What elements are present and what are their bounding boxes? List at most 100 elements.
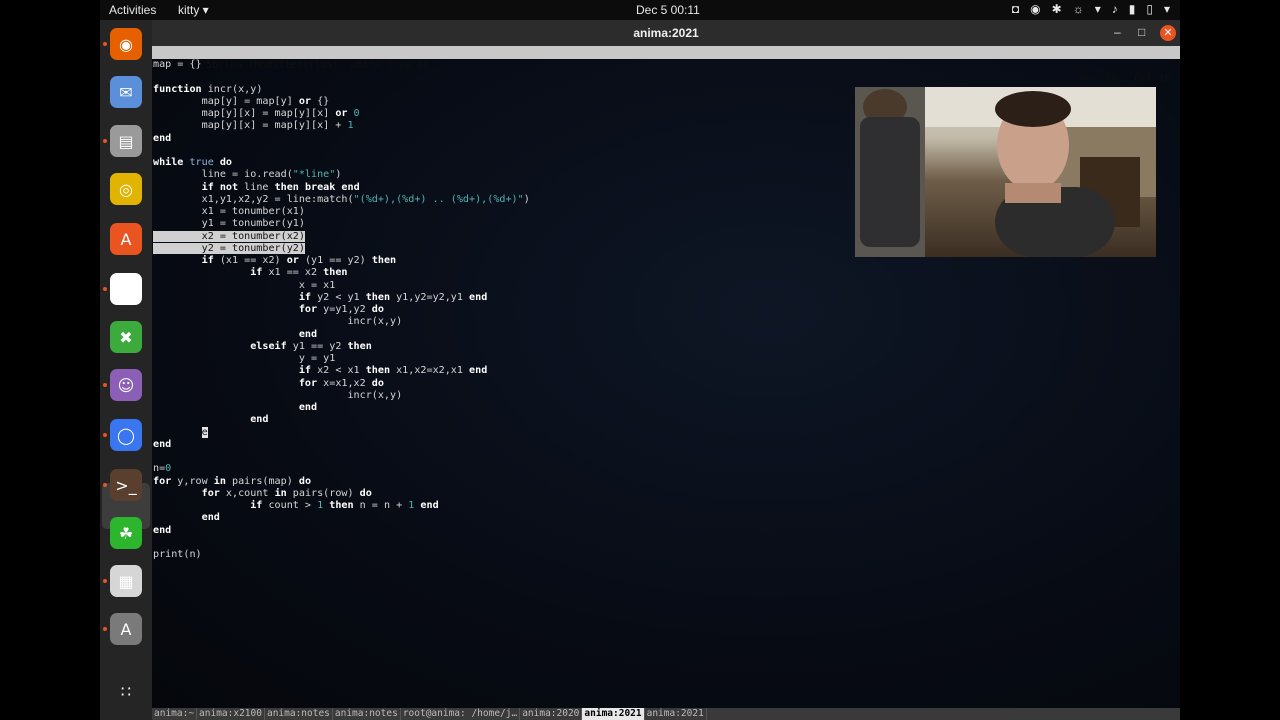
code-line: x1,y1,x2,y2 = line:match("(%d+),(%d+) ..… xyxy=(153,193,530,205)
code-line: elseif y1 == y2 then xyxy=(250,340,372,352)
dock: ◉ ✉ ▤ ◎ A ✦ ✖ ☺ ◯ >_ ☘ ▦ A ∷ xyxy=(100,20,152,720)
system-tray[interactable]: ◘ ◉ ✱ ☼ ▾ ♪ ▮ ▯ ▾ xyxy=(1012,2,1170,16)
terminal-tab[interactable]: anima:x2100 xyxy=(197,708,265,720)
menu-arrow-icon[interactable]: ▾ xyxy=(1164,2,1170,16)
code-line: y = y1 xyxy=(153,353,336,364)
mic-icon[interactable]: ▮ xyxy=(1129,2,1136,16)
code-line: print(n) xyxy=(153,549,202,560)
code-line: end xyxy=(298,402,318,413)
code-line: incr(x,y) xyxy=(153,316,403,328)
terminal-tab[interactable]: root@anima: /home/j… xyxy=(401,708,521,720)
terminal-tab[interactable]: anima:~ xyxy=(152,708,198,720)
signal-icon[interactable]: ◯ xyxy=(110,419,142,451)
code-line: e xyxy=(153,426,530,439)
activities-button[interactable]: Activities xyxy=(109,3,156,17)
update-icon[interactable]: A xyxy=(110,613,142,645)
code-line: if count > 1 then n = n + 1 end xyxy=(250,500,439,511)
software-center-icon[interactable]: A xyxy=(110,223,142,255)
lizard-icon[interactable]: ☘ xyxy=(110,517,142,549)
running-indicator xyxy=(103,42,107,46)
show-apps-icon[interactable]: ∷ xyxy=(110,675,142,707)
code-line: for x=x1,x2 do xyxy=(298,377,384,389)
code-line: map[y][x] = map[y][x] + 1 xyxy=(153,120,354,132)
terminal-tab[interactable]: anima:notes xyxy=(333,708,401,720)
code-line: map = {} xyxy=(153,59,202,70)
code-line: x1 = tonumber(x1) xyxy=(153,206,305,217)
screenrec-icon[interactable]: ◉ xyxy=(1030,2,1040,16)
code-line: y2 = tonumber(y2) xyxy=(153,242,305,254)
code-line: for y=y1,y2 do xyxy=(298,304,384,315)
settings-icon[interactable]: ✱ xyxy=(1052,2,1062,16)
battery-icon[interactable]: ▯ xyxy=(1146,2,1153,16)
code-line: function incr(x,y) xyxy=(153,83,263,95)
webcam-overlay xyxy=(855,87,1156,257)
terminal-tab[interactable]: anima:notes xyxy=(265,708,333,720)
code-line: y1 = tonumber(y1) xyxy=(153,218,305,230)
code-editor[interactable]: map = {} function incr(x,y) map[y] = map… xyxy=(153,59,530,561)
window-title: anima:2021 xyxy=(633,26,699,40)
camera-icon[interactable]: ◘ xyxy=(1012,2,1019,16)
running-indicator xyxy=(103,383,107,387)
minimize-icon[interactable]: – xyxy=(1114,25,1121,39)
letterbox-right xyxy=(1180,0,1280,720)
code-line: line = io.read("*line") xyxy=(153,169,342,181)
terminal-tab[interactable]: anima:2020 xyxy=(520,708,583,720)
terminal-tab-bar: anima:~ anima:x2100 anima:notes anima:notes… xyxy=(152,708,1180,720)
code-line: n=0 xyxy=(153,463,172,475)
code-line: if not line then break end xyxy=(201,181,360,193)
code-line: end xyxy=(298,328,318,340)
code-line: end xyxy=(250,414,269,426)
terminal-tab[interactable]: anima:2021 xyxy=(582,708,645,720)
pidgin-icon[interactable]: ☺ xyxy=(110,369,142,401)
running-indicator xyxy=(103,483,107,487)
clock[interactable]: Dec 5 00:11 xyxy=(636,3,700,17)
close-icon[interactable]: ✕ xyxy=(1160,25,1176,41)
code-line: end xyxy=(153,132,172,144)
messages-icon[interactable]: ✉ xyxy=(110,76,142,108)
firefox-icon[interactable]: ◉ xyxy=(110,28,142,60)
maximize-icon[interactable]: □ xyxy=(1138,25,1145,39)
running-indicator xyxy=(103,433,107,437)
running-indicator xyxy=(103,139,107,143)
code-line: for y,row in pairs(map) do xyxy=(153,475,312,487)
running-indicator xyxy=(103,579,107,583)
code-line: while true do xyxy=(153,157,233,168)
terminal-icon[interactable]: >_ xyxy=(110,469,142,501)
code-line: x2 = tonumber(x2) xyxy=(153,230,305,242)
app-menu[interactable]: kitty ▾ xyxy=(178,3,209,17)
running-indicator xyxy=(103,287,107,291)
code-line: if x2 < x1 then x1,x2=x2,x1 end xyxy=(298,365,488,377)
code-line: if y2 < y1 then y1,y2=y2,y1 end xyxy=(298,291,488,303)
window-titlebar[interactable]: anima:2021 – □ ✕ xyxy=(152,20,1180,46)
code-line: end xyxy=(153,524,172,536)
terminal-tab[interactable]: anima:2021 xyxy=(645,708,707,720)
letterbox-left xyxy=(0,0,100,720)
code-line: map[y] = map[y] or {} xyxy=(153,95,330,107)
code-line: map[y][x] = map[y][x] or 0 xyxy=(153,108,360,119)
text-cursor: e xyxy=(201,426,208,438)
vim-status-right: Row 31 Col 10 xyxy=(1080,73,1171,84)
code-line: for x,count in pairs(row) do xyxy=(201,487,372,499)
wifi-icon[interactable]: ▾ xyxy=(1095,2,1101,16)
code-line: incr(x,y) xyxy=(153,389,403,401)
code-line: if (x1 == x2) or (y1 == y2) then xyxy=(201,255,397,266)
code-line: end xyxy=(153,438,172,450)
files-icon[interactable]: ▤ xyxy=(110,125,142,157)
vim-status-line: I A 5b.lua (Modified)(lua) while true do… xyxy=(152,46,1180,84)
code-line: if x1 == x2 then xyxy=(250,267,348,279)
volume-icon[interactable]: ♪ xyxy=(1112,2,1118,16)
sketch-tool-icon[interactable]: ✖ xyxy=(110,321,142,353)
webcam-image xyxy=(855,87,1156,257)
code-line: x = x1 xyxy=(153,279,336,291)
running-indicator xyxy=(103,627,107,631)
document-viewer-icon[interactable]: ▦ xyxy=(110,565,142,597)
code-line: end xyxy=(201,512,220,524)
slack-icon[interactable]: ✦ xyxy=(110,273,142,305)
top-bar: Activities kitty ▾ Dec 5 00:11 ◘ ◉ ✱ ☼ ▾… xyxy=(100,0,1180,20)
brightness-icon[interactable]: ☼ xyxy=(1073,2,1084,16)
rhythmbox-icon[interactable]: ◎ xyxy=(110,173,142,205)
